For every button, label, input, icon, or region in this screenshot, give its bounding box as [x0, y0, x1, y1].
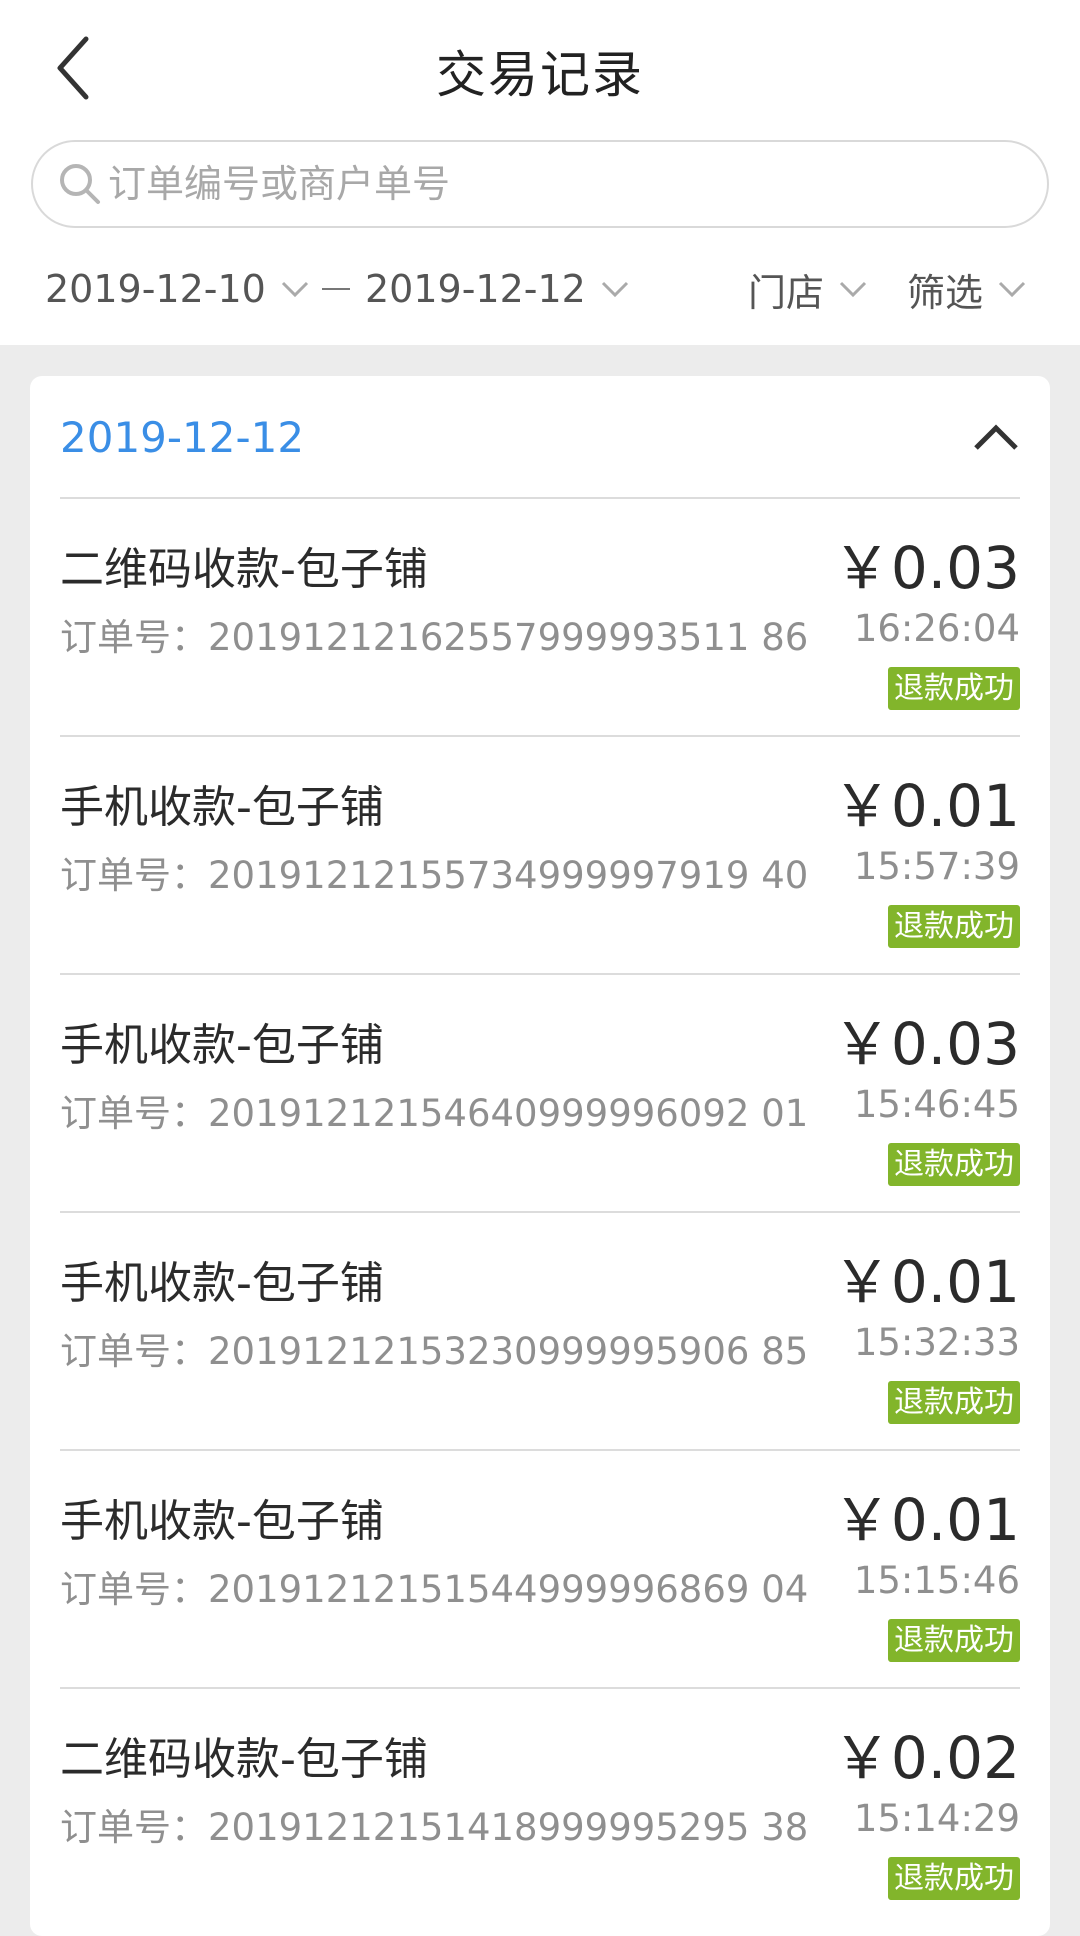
- transaction-time: 16:26:04: [853, 607, 1020, 650]
- transaction-title: 手机收款-包子铺: [60, 1496, 384, 1547]
- order-number: 订单号：20191212154640999996092 01: [60, 1092, 809, 1135]
- filter-label: 筛选: [907, 270, 984, 315]
- transaction-time: 15:15:46: [853, 1559, 1020, 1602]
- transaction-row[interactable]: 手机收款-包子铺 订单号：20191212154640999996092 01 …: [60, 975, 1020, 1213]
- transaction-card: 2019-12-12 二维码收款-包子铺 订单号：201912121625579…: [30, 376, 1050, 1936]
- chevron-down-icon: [281, 281, 308, 298]
- start-date-label: 2019-12-10: [45, 267, 266, 311]
- search-input[interactable]: [108, 162, 1008, 206]
- status-badge: 退款成功: [888, 1143, 1020, 1186]
- section-date: 2019-12-12: [60, 413, 305, 462]
- end-date-label: 2019-12-12: [365, 267, 586, 311]
- chevron-down-icon: [839, 281, 867, 298]
- chevron-down-icon: [601, 281, 628, 298]
- top-panel: 交易记录 2019-12-10 2019-12-12 门店 筛选: [0, 0, 1080, 345]
- transaction-title: 二维码收款-包子铺: [60, 1734, 428, 1785]
- end-date-selector[interactable]: 2019-12-12: [365, 258, 630, 320]
- chevron-down-icon: [998, 281, 1026, 298]
- page-title: 交易记录: [436, 46, 644, 104]
- status-badge: 退款成功: [888, 1857, 1020, 1900]
- transaction-time: 15:32:33: [853, 1321, 1020, 1364]
- status-badge: 退款成功: [888, 1381, 1020, 1424]
- nav-bar: 交易记录: [0, 0, 1080, 135]
- store-label: 门店: [748, 270, 825, 315]
- start-date-selector[interactable]: 2019-12-10: [45, 258, 310, 320]
- status-badge: 退款成功: [888, 905, 1020, 948]
- order-number: 订单号：20191212155734999997919 40: [60, 854, 809, 897]
- transaction-title: 手机收款-包子铺: [60, 1258, 384, 1309]
- transaction-amount: ￥0.02: [832, 1724, 1020, 1792]
- transaction-amount: ￥0.01: [832, 772, 1020, 840]
- transaction-time: 15:46:45: [853, 1083, 1020, 1126]
- order-number: 订单号：20191212151418999995295 38: [60, 1806, 809, 1849]
- transaction-title: 手机收款-包子铺: [60, 782, 384, 833]
- status-badge: 退款成功: [888, 1619, 1020, 1662]
- transaction-amount: ￥0.03: [832, 1010, 1020, 1078]
- transaction-title: 手机收款-包子铺: [60, 1020, 384, 1071]
- transaction-row[interactable]: 手机收款-包子铺 订单号：20191212153230999995906 85 …: [60, 1213, 1020, 1451]
- date-section-header[interactable]: 2019-12-12: [30, 376, 1050, 498]
- transaction-row[interactable]: 手机收款-包子铺 订单号：20191212155734999997919 40 …: [60, 737, 1020, 975]
- status-badge: 退款成功: [888, 667, 1020, 710]
- transaction-time: 15:57:39: [853, 845, 1020, 888]
- transaction-amount: ￥0.01: [832, 1248, 1020, 1316]
- search-icon: [60, 164, 100, 204]
- collapse-button[interactable]: [968, 412, 1024, 462]
- date-range-separator: [322, 288, 350, 290]
- transaction-time: 15:14:29: [853, 1797, 1020, 1840]
- search-bar[interactable]: [31, 140, 1049, 228]
- transaction-title: 二维码收款-包子铺: [60, 544, 428, 595]
- filter-selector[interactable]: 筛选: [907, 258, 1027, 320]
- transaction-row[interactable]: 二维码收款-包子铺 订单号：20191212151418999995295 38…: [60, 1689, 1020, 1927]
- transaction-row[interactable]: 二维码收款-包子铺 订单号：20191212162557999993511 86…: [60, 499, 1020, 737]
- store-selector[interactable]: 门店: [748, 258, 868, 320]
- order-number: 订单号：20191212162557999993511 86: [60, 616, 809, 659]
- transaction-amount: ￥0.03: [832, 534, 1020, 602]
- transaction-amount: ￥0.01: [832, 1486, 1020, 1554]
- transaction-row[interactable]: 手机收款-包子铺 订单号：20191212151544999996869 04 …: [60, 1451, 1020, 1689]
- chevron-up-icon: [974, 424, 1018, 450]
- filter-bar: 2019-12-10 2019-12-12 门店 筛选: [0, 258, 1080, 320]
- order-number: 订单号：20191212151544999996869 04: [60, 1568, 809, 1611]
- order-number: 订单号：20191212153230999995906 85: [60, 1330, 809, 1373]
